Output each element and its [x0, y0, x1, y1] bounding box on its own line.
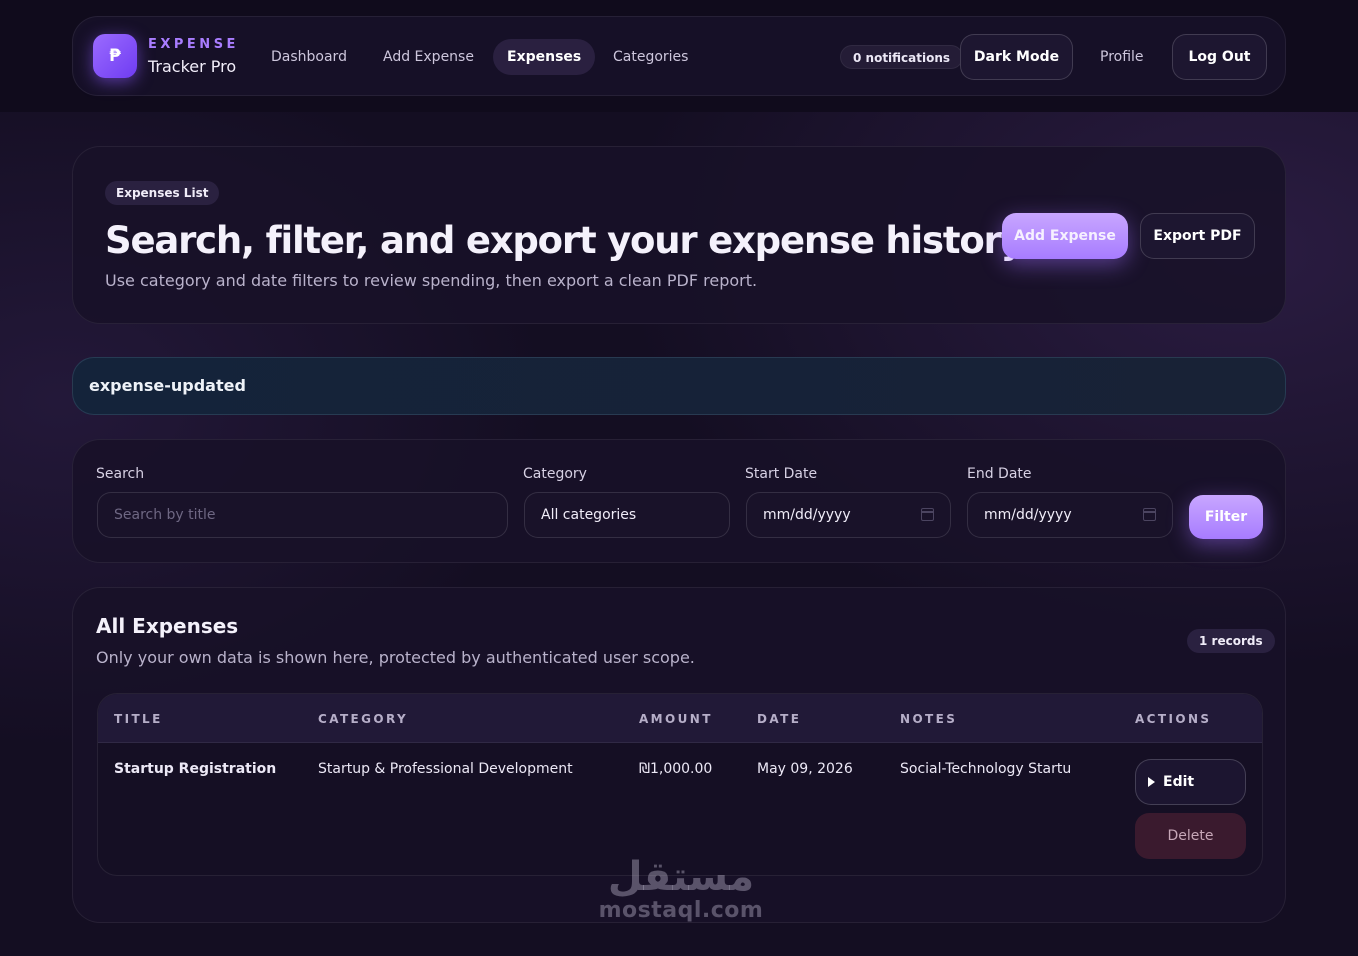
calendar-icon[interactable]: [1143, 508, 1156, 521]
brand-name-top: EXPENSE: [148, 37, 239, 52]
dark-mode-button[interactable]: Dark Mode: [960, 34, 1073, 80]
category-label: Category: [523, 466, 587, 482]
watermark-latin: mostaql.com: [598, 898, 764, 923]
filter-button[interactable]: Filter: [1189, 495, 1263, 539]
end-date-field[interactable]: mm/dd/yyyy: [967, 492, 1173, 538]
cell-notes: Social-Technology Startu: [900, 761, 1072, 777]
edit-button[interactable]: Edit: [1135, 759, 1246, 805]
edit-label: Edit: [1163, 774, 1195, 790]
navbar: ₱ EXPENSE Tracker Pro Dashboard Add Expe…: [72, 16, 1286, 96]
add-expense-button[interactable]: Add Expense: [1002, 213, 1128, 259]
page-title: Search, filter, and export your expense …: [105, 219, 1034, 262]
play-icon: [1148, 777, 1155, 787]
start-date-label: Start Date: [745, 466, 818, 482]
category-select[interactable]: All categories: [524, 492, 730, 538]
expenses-subtitle: Only your own data is shown here, protec…: [96, 648, 695, 667]
watermark-arabic: مستقل: [607, 854, 755, 900]
search-input[interactable]: Search by title: [97, 492, 508, 538]
cell-category: Startup & Professional Development: [318, 761, 573, 777]
status-alert: expense-updated: [72, 357, 1286, 415]
logout-button[interactable]: Log Out: [1172, 34, 1267, 80]
column-header-actions: ACTIONS: [1135, 712, 1212, 726]
expenses-title: All Expenses: [96, 614, 239, 638]
column-header-amount: AMOUNT: [639, 712, 713, 726]
notifications-badge[interactable]: 0 notifications: [840, 45, 964, 69]
nav-link-profile[interactable]: Profile: [1086, 39, 1158, 75]
brand-name-bottom: Tracker Pro: [148, 57, 237, 76]
page-subtitle: Use category and date filters to review …: [105, 271, 758, 290]
start-date-value: mm/dd/yyyy: [763, 507, 851, 523]
column-header-notes: NOTES: [900, 712, 958, 726]
section-pill: Expenses List: [105, 181, 220, 205]
search-label: Search: [96, 466, 145, 482]
nav-link-expenses[interactable]: Expenses: [493, 39, 596, 75]
end-date-value: mm/dd/yyyy: [984, 507, 1072, 523]
cell-date: May 09, 2026: [757, 761, 853, 777]
nav-link-add-expense[interactable]: Add Expense: [369, 39, 488, 75]
delete-button[interactable]: Delete: [1135, 813, 1246, 859]
table-header: TITLE CATEGORY AMOUNT DATE NOTES ACTIONS: [98, 694, 1262, 743]
records-badge: 1 records: [1187, 629, 1275, 653]
nav-link-dashboard[interactable]: Dashboard: [257, 39, 361, 75]
alert-message: expense-updated: [89, 376, 246, 395]
column-header-date: DATE: [757, 712, 802, 726]
nav-link-categories[interactable]: Categories: [599, 39, 702, 75]
export-pdf-button[interactable]: Export PDF: [1140, 213, 1255, 259]
watermark: مستقل mostaql.com: [596, 855, 766, 923]
filters-card: Search Search by title Category All cate…: [72, 439, 1286, 563]
calendar-icon[interactable]: [921, 508, 934, 521]
expenses-table: TITLE CATEGORY AMOUNT DATE NOTES ACTIONS…: [97, 693, 1263, 876]
cell-title: Startup Registration: [114, 761, 277, 777]
hero-card: Expenses List Search, filter, and export…: [72, 146, 1286, 324]
cell-amount: ₪1,000.00: [639, 761, 713, 777]
column-header-category: CATEGORY: [318, 712, 409, 726]
column-header-title: TITLE: [114, 712, 163, 726]
end-date-label: End Date: [967, 466, 1032, 482]
logo-icon[interactable]: ₱: [93, 34, 137, 78]
start-date-field[interactable]: mm/dd/yyyy: [746, 492, 951, 538]
